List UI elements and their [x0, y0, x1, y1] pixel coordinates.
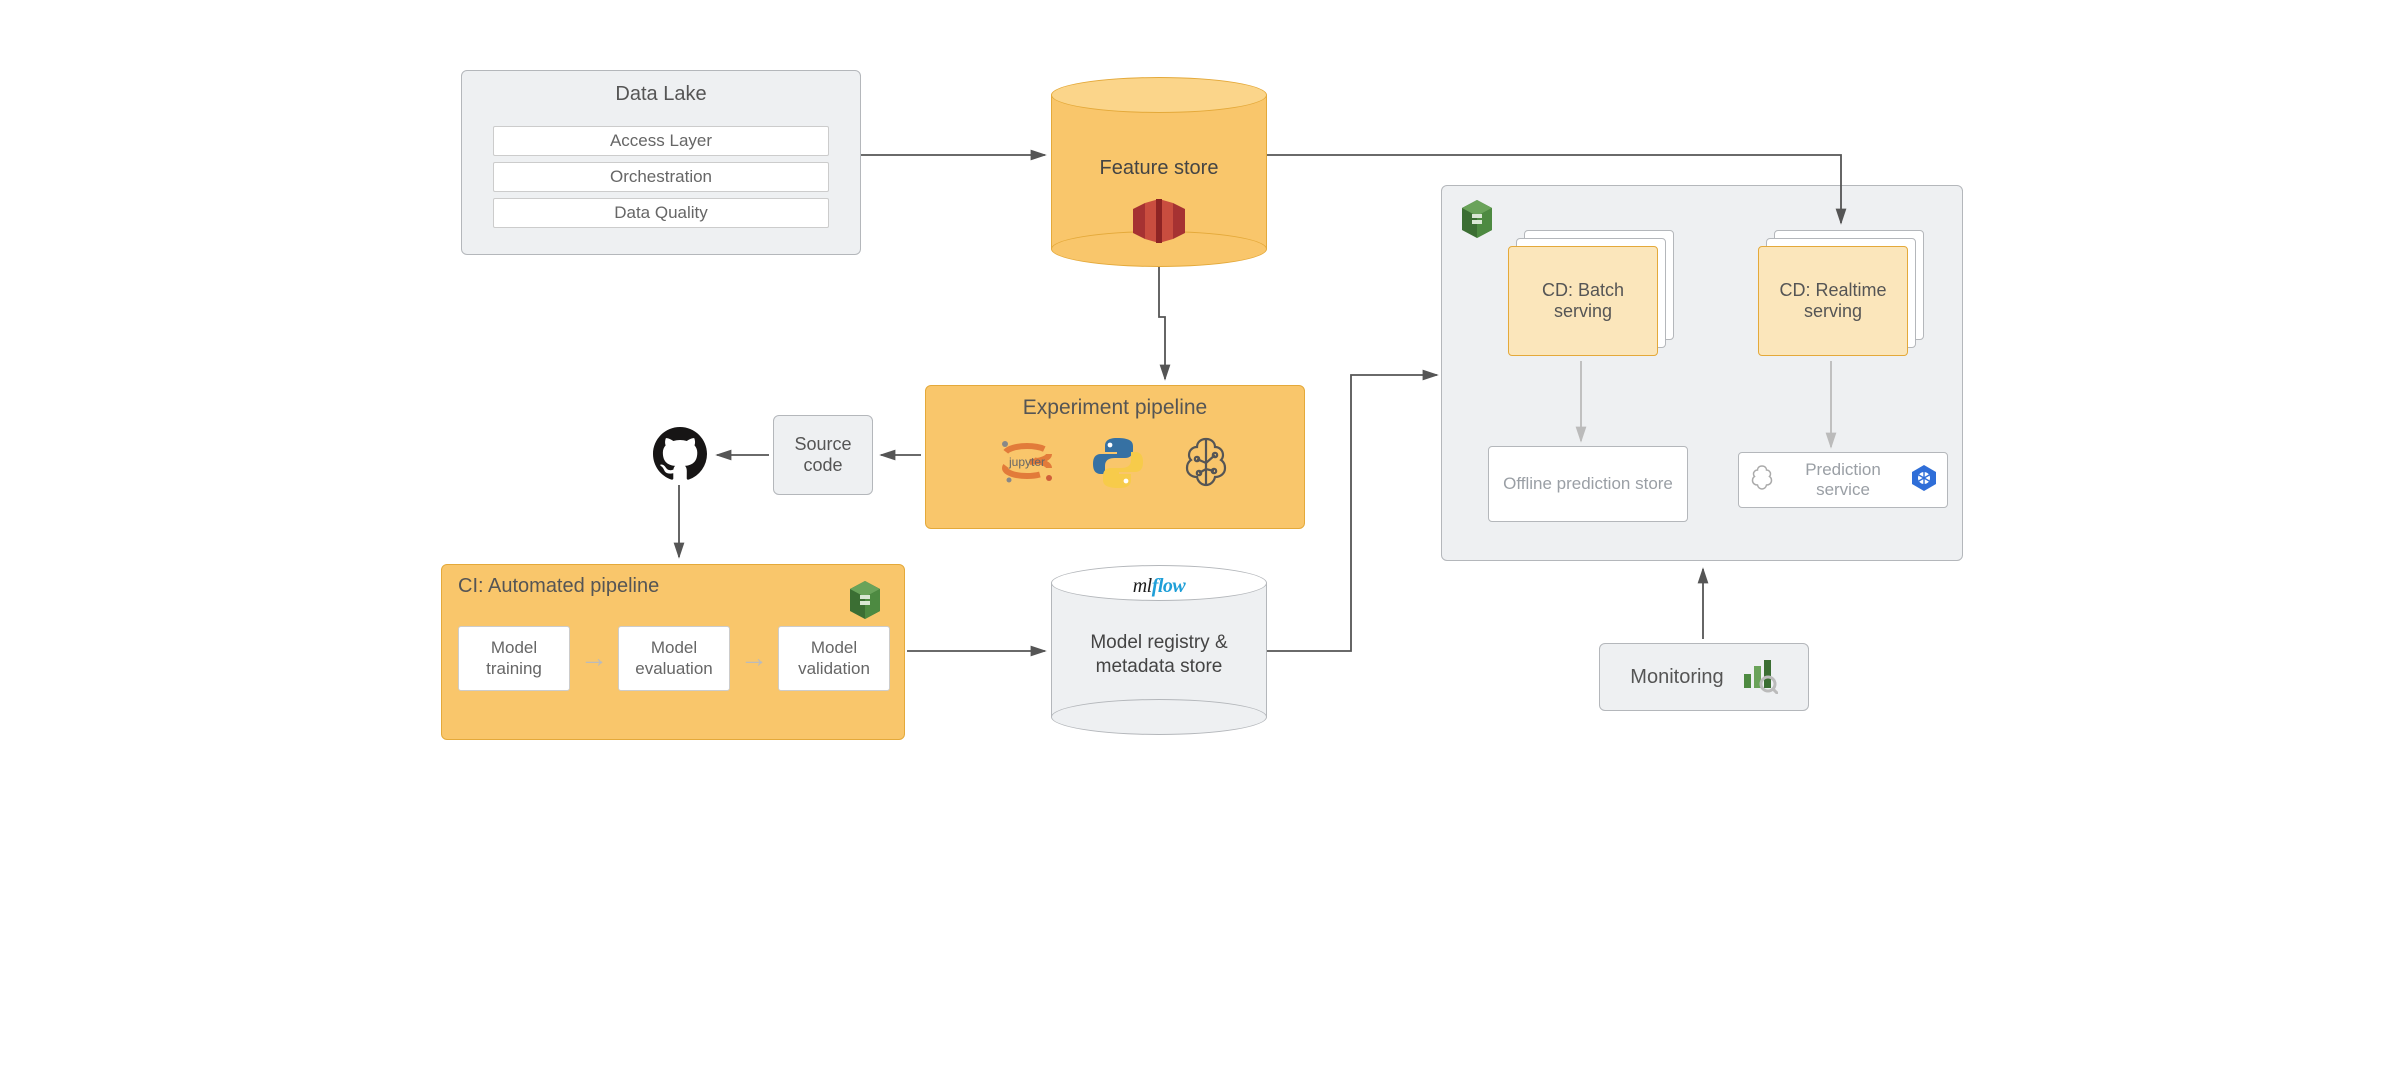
cd-realtime-stack: CD: Realtime serving: [1758, 230, 1924, 356]
data-lake-layer: Orchestration: [493, 162, 830, 192]
ml-brain-icon: [1177, 435, 1235, 496]
experiment-pipeline-box: Experiment pipeline jupyter: [925, 385, 1305, 529]
monitoring-label: Monitoring: [1630, 666, 1723, 689]
source-code-label: Sourcecode: [794, 434, 851, 476]
svg-text:jupyter: jupyter: [1008, 455, 1045, 469]
ci-stage: Model evaluation: [618, 626, 730, 691]
feature-store-label: Feature store: [1051, 157, 1267, 180]
model-registry-label: Model registry & metadata store: [1051, 631, 1267, 679]
experiment-title: Experiment pipeline: [1023, 396, 1207, 420]
mlflow-logo: mlflow: [1051, 575, 1267, 598]
ml-brain-icon: [1747, 464, 1777, 497]
prediction-service-label: Prediction service: [1785, 460, 1901, 500]
deploy-group-box: CD: Batch serving CD: Realtime serving O…: [1441, 185, 1963, 561]
cd-batch-stack: CD: Batch serving: [1508, 230, 1674, 356]
ci-pipeline-box: CI: Automated pipeline Model training → …: [441, 564, 905, 740]
feature-store-cylinder: Feature store: [1051, 77, 1267, 267]
ci-stage: Model training: [458, 626, 570, 691]
model-registry-cylinder: mlflow Model registry & metadata store: [1051, 565, 1267, 735]
data-lake-title: Data Lake: [615, 83, 706, 106]
redshift-icon: [1133, 199, 1185, 249]
kubernetes-icon: [1909, 463, 1939, 498]
ci-title: CI: Automated pipeline: [458, 575, 659, 598]
python-icon: [1091, 436, 1145, 495]
ci-stage: Model validation: [778, 626, 890, 691]
monitoring-box: Monitoring: [1599, 643, 1809, 711]
cd-realtime-label: CD: Realtime serving: [1767, 280, 1899, 322]
source-code-box: Sourcecode: [773, 415, 873, 495]
github-icon: [653, 427, 707, 486]
aws-ecs-icon: [1454, 196, 1500, 247]
jupyter-icon: jupyter: [995, 434, 1059, 497]
cloudwatch-icon: [1738, 654, 1778, 700]
data-lake-box: Data Lake Access Layer Orchestration Dat…: [461, 70, 861, 255]
offline-prediction-label: Offline prediction store: [1503, 473, 1673, 495]
cd-batch-label: CD: Batch serving: [1517, 280, 1649, 322]
arrow-icon: →: [580, 642, 608, 674]
offline-prediction-box: Offline prediction store: [1488, 446, 1688, 522]
aws-ecs-icon: [842, 577, 888, 628]
prediction-service-box: Prediction service: [1738, 452, 1948, 508]
data-lake-layer: Access Layer: [493, 126, 830, 156]
arrow-icon: →: [740, 642, 768, 674]
data-lake-layer: Data Quality: [493, 198, 830, 228]
